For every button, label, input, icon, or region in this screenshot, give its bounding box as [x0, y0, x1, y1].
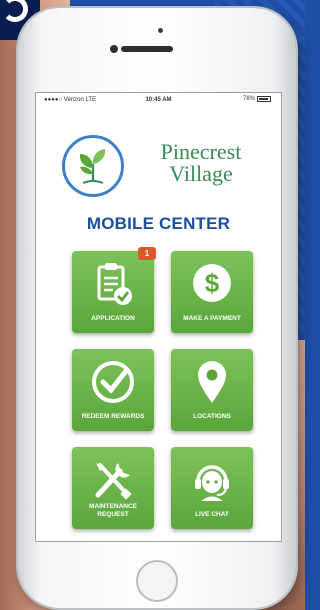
tile-label: REDEEM REWARDS	[81, 413, 145, 420]
sprout-logo-icon	[62, 135, 124, 197]
brand-line-1: Pinecrest	[160, 139, 242, 164]
corner-glyph-icon	[2, 0, 28, 22]
locations-tile[interactable]: LOCATIONS	[171, 349, 253, 431]
tile-label: MAKE A PAYMENT	[183, 315, 241, 322]
battery-indicator: 78%	[243, 96, 271, 102]
brand-name: Pinecrest Village	[136, 141, 266, 185]
checkmark-circle-icon	[72, 359, 154, 405]
map-pin-icon	[171, 359, 253, 405]
earpiece-speaker	[121, 46, 173, 52]
battery-percent: 78%	[242, 96, 255, 102]
front-camera-icon	[110, 45, 118, 53]
dollar-circle-icon: $	[171, 261, 253, 307]
svg-text:$: $	[205, 268, 220, 298]
application-tile[interactable]: APPLICATION 1	[72, 247, 156, 333]
redeem-rewards-tile[interactable]: REDEEM REWARDS	[72, 349, 154, 431]
top-camera-icon	[158, 28, 163, 33]
phone-screen: ●●●●○ Verizon LTE 10:45 AM 78% Pinecrest…	[35, 92, 282, 542]
tile-label: LOCATIONS	[193, 413, 231, 420]
notification-badge: 1	[138, 247, 156, 260]
tile-label: MAINTENANCE REQUEST	[88, 503, 138, 518]
headset-agent-icon	[171, 457, 253, 503]
tools-icon	[72, 457, 154, 503]
maintenance-request-tile[interactable]: MAINTENANCE REQUEST	[72, 447, 154, 529]
make-payment-tile[interactable]: $ MAKE A PAYMENT	[171, 251, 253, 333]
brand-line-2: Village	[169, 161, 233, 186]
phone-frame: ●●●●○ Verizon LTE 10:45 AM 78% Pinecrest…	[18, 8, 296, 608]
live-chat-tile[interactable]: LIVE CHAT	[171, 447, 253, 529]
page-title: MOBILE CENTER	[86, 214, 231, 233]
tile-label: APPLICATION	[91, 315, 135, 322]
home-button[interactable]	[136, 560, 178, 602]
clipboard-check-icon	[72, 261, 154, 307]
tile-label: LIVE CHAT	[195, 511, 229, 518]
battery-icon	[257, 96, 271, 102]
status-bar: ●●●●○ Verizon LTE 10:45 AM 78%	[36, 93, 281, 107]
